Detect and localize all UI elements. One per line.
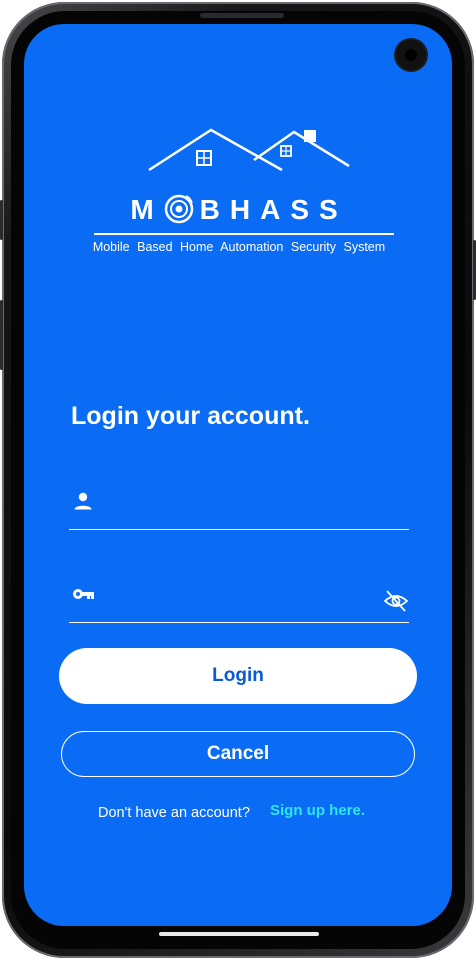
app-logo: M BHASS Mobile Based Home Automation Sec…: [64, 124, 414, 264]
logo-letters-rest: BHASS: [199, 194, 348, 225]
cancel-button[interactable]: Cancel: [61, 731, 415, 777]
password-input[interactable]: [109, 578, 373, 614]
logo-wordmark: M BHASS: [64, 194, 414, 226]
app-screen: M BHASS Mobile Based Home Automation Sec…: [24, 24, 452, 926]
front-camera: [396, 40, 426, 70]
password-field[interactable]: [69, 572, 409, 623]
username-input[interactable]: [109, 485, 373, 521]
eye-lens-icon: [164, 194, 193, 224]
logo-divider: [94, 233, 394, 235]
earpiece-speaker: [200, 13, 284, 18]
username-field[interactable]: [69, 479, 409, 530]
side-button-left-2: [0, 300, 3, 370]
person-icon: [74, 492, 92, 510]
logo-tagline: Mobile Based Home Automation Security Sy…: [92, 240, 386, 254]
key-icon: [73, 589, 94, 599]
logo-letter-m: M: [130, 194, 164, 225]
signup-prompt: Don't have an account?: [98, 805, 250, 821]
home-indicator[interactable]: [159, 932, 319, 936]
login-button[interactable]: Login: [59, 648, 417, 704]
house-roof-icon: [148, 128, 350, 172]
page-title: Login your account.: [71, 402, 310, 430]
side-button-left-1: [0, 200, 3, 240]
eye-off-icon[interactable]: [383, 588, 409, 614]
signup-link[interactable]: Sign up here.: [270, 802, 365, 819]
